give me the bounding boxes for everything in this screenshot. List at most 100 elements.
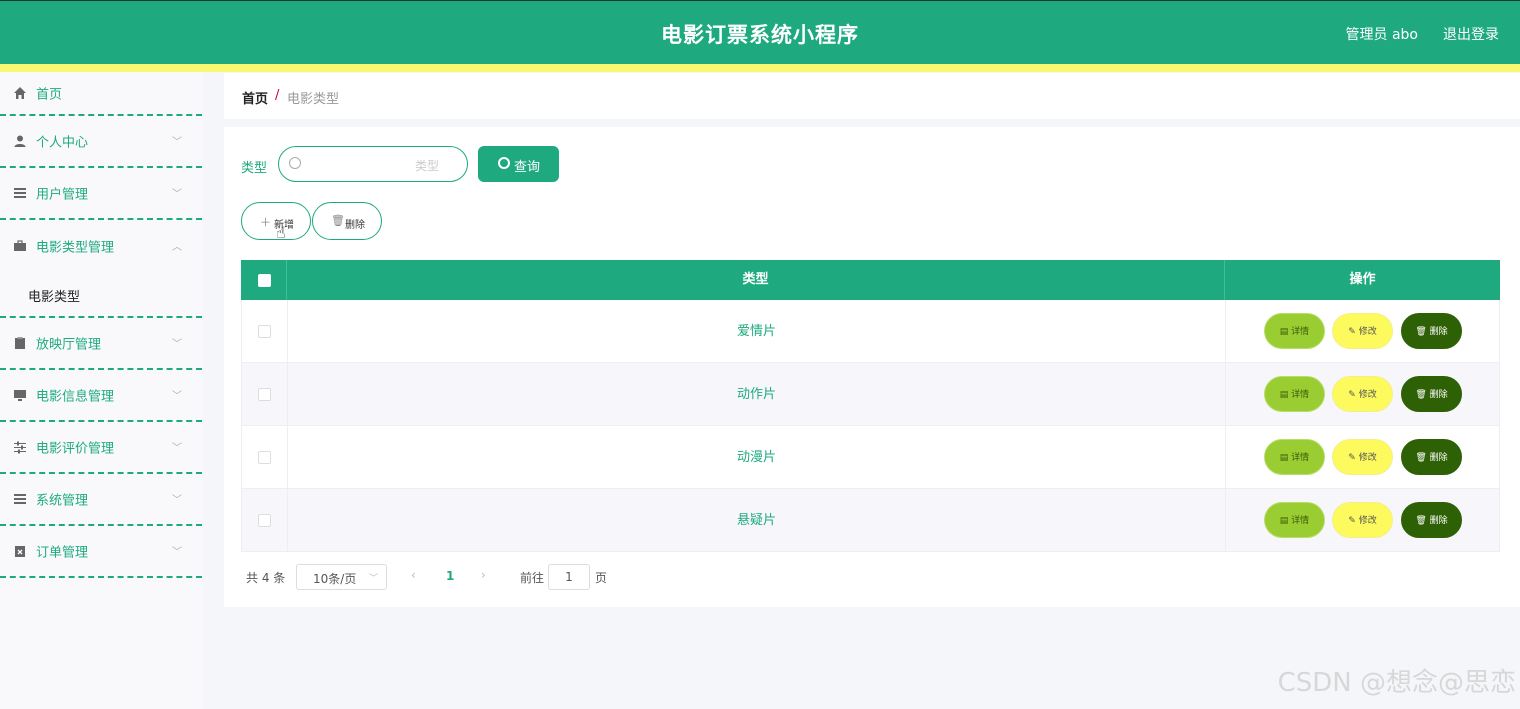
clipboard-x-icon bbox=[13, 544, 27, 558]
sidebar-item-movie-types[interactable]: 电影类型管理 ︿ bbox=[0, 220, 202, 272]
sidebar-item-label: 订单管理 bbox=[36, 545, 89, 561]
page-number[interactable]: 1 bbox=[446, 569, 454, 583]
chevron-down-icon: ﹀ bbox=[172, 338, 182, 350]
sidebar-item-orders[interactable]: 订单管理 ﹀ bbox=[0, 526, 202, 578]
select-all-checkbox[interactable] bbox=[258, 274, 271, 287]
chevron-down-icon: ﹀ bbox=[172, 136, 182, 148]
detail-button[interactable]: ▤ 详情 bbox=[1264, 502, 1325, 538]
chevron-down-icon: ﹀ bbox=[172, 188, 182, 200]
goto-page-input[interactable]: 1 bbox=[548, 564, 590, 590]
table-row: 动作片 ▤ 详情 ✎ 修改 🗑 删除 bbox=[241, 363, 1500, 426]
row-checkbox[interactable] bbox=[258, 514, 271, 527]
query-button[interactable]: 查询 bbox=[478, 146, 559, 182]
page-size-select[interactable]: 10条/页 ﹀ bbox=[296, 564, 387, 590]
sidebar-item-movies[interactable]: 电影信息管理 ﹀ bbox=[0, 370, 202, 422]
search-label: 类型 bbox=[241, 161, 268, 176]
row-checkbox[interactable] bbox=[258, 325, 271, 338]
sidebar-item-label: 电影评价管理 bbox=[36, 441, 115, 457]
accent-bar bbox=[0, 64, 1520, 72]
sidebar-item-label: 放映厅管理 bbox=[36, 337, 102, 353]
app-title: 电影订票系统小程序 bbox=[661, 23, 859, 47]
chevron-down-icon: ﹀ bbox=[172, 442, 182, 454]
plus-icon: ＋ bbox=[260, 216, 271, 229]
trash-icon: 🗑 bbox=[331, 214, 345, 227]
search-icon bbox=[289, 157, 301, 169]
sliders-icon bbox=[13, 440, 27, 454]
row-checkbox[interactable] bbox=[258, 451, 271, 464]
sidebar-item-reviews[interactable]: 电影评价管理 ﹀ bbox=[0, 422, 202, 474]
table-header: 类型 操作 bbox=[241, 260, 1500, 300]
prev-page-button[interactable]: ‹ bbox=[411, 568, 416, 582]
type-cell: 爱情片 bbox=[288, 300, 1226, 363]
breadcrumb-separator: / bbox=[275, 88, 280, 103]
sidebar-item-profile[interactable]: 个人中心 ﹀ bbox=[0, 116, 202, 168]
sidebar-item-halls[interactable]: 放映厅管理 ﹀ bbox=[0, 318, 202, 370]
table-row: 爱情片 ▤ 详情 ✎ 修改 🗑 删除 bbox=[241, 300, 1500, 363]
type-cell: 动作片 bbox=[288, 363, 1226, 426]
column-header-ops: 操作 bbox=[1349, 272, 1376, 287]
chevron-down-icon: ﹀ bbox=[172, 390, 182, 402]
sidebar-subitem-movie-type[interactable]: 电影类型 bbox=[0, 272, 202, 318]
column-header-type: 类型 bbox=[287, 260, 1225, 300]
select-all-cell bbox=[241, 260, 287, 300]
total-count: 共 4 条 bbox=[246, 571, 286, 585]
hand-cursor-icon: ☝ bbox=[276, 223, 286, 242]
detail-button[interactable]: ▤ 详情 bbox=[1264, 376, 1325, 412]
delete-button[interactable]: 🗑 删除 bbox=[1401, 376, 1462, 412]
chevron-down-icon: ﹀ bbox=[172, 546, 182, 558]
monitor-icon bbox=[13, 388, 27, 402]
batch-delete-button[interactable]: 🗑 删除 bbox=[312, 202, 382, 240]
user-icon bbox=[13, 134, 27, 148]
sidebar-item-label: 个人中心 bbox=[36, 135, 89, 151]
breadcrumb-home[interactable]: 首页 bbox=[242, 88, 268, 107]
logout-link[interactable]: 退出登录 bbox=[1443, 24, 1499, 44]
edit-button[interactable]: ✎ 修改 bbox=[1332, 439, 1393, 475]
goto-label: 前往 bbox=[520, 571, 545, 585]
movie-type-table: 类型 操作 爱情片 ▤ 详情 ✎ 修改 🗑 删除 动作片 ▤ 详情 ✎ 修改 🗑… bbox=[241, 260, 1500, 552]
chevron-down-icon: ﹀ bbox=[172, 494, 182, 506]
edit-button[interactable]: ✎ 修改 bbox=[1332, 376, 1393, 412]
list-icon bbox=[13, 492, 27, 506]
chevron-down-icon: ﹀ bbox=[368, 574, 378, 584]
edit-button[interactable]: ✎ 修改 bbox=[1332, 502, 1393, 538]
sidebar-item-label: 用户管理 bbox=[36, 187, 89, 203]
home-icon bbox=[13, 86, 27, 100]
breadcrumb: 首页 / 电影类型 bbox=[224, 73, 1520, 119]
delete-label: 删除 bbox=[345, 220, 365, 231]
detail-button[interactable]: ▤ 详情 bbox=[1264, 439, 1325, 475]
edit-button[interactable]: ✎ 修改 bbox=[1332, 313, 1393, 349]
sidebar-item-users[interactable]: 用户管理 ﹀ bbox=[0, 168, 202, 220]
next-page-button[interactable]: › bbox=[481, 568, 486, 582]
sidebar-item-home[interactable]: 首页 bbox=[0, 72, 202, 116]
current-user: 管理员 abo bbox=[1345, 27, 1418, 43]
type-search-input[interactable]: 类型 bbox=[278, 146, 468, 182]
sidebar-item-label: 电影类型管理 bbox=[36, 240, 115, 256]
list-icon bbox=[13, 186, 27, 200]
type-cell: 悬疑片 bbox=[288, 489, 1226, 552]
sidebar-item-label: 电影信息管理 bbox=[36, 389, 115, 405]
table-row: 动漫片 ▤ 详情 ✎ 修改 🗑 删除 bbox=[241, 426, 1500, 489]
delete-button[interactable]: 🗑 删除 bbox=[1401, 439, 1462, 475]
type-cell: 动漫片 bbox=[288, 426, 1226, 489]
breadcrumb-current: 电影类型 bbox=[287, 92, 340, 107]
main-panel: 类型 类型 查询 ＋ 新增 🗑 删除 ☝ 类型 操作 爱情片 ▤ 详情 ✎ 修改… bbox=[224, 127, 1520, 607]
sidebar-item-system[interactable]: 系统管理 ﹀ bbox=[0, 474, 202, 526]
sidebar-item-label: 系统管理 bbox=[36, 493, 89, 509]
search-icon bbox=[498, 157, 510, 169]
search-placeholder: 类型 bbox=[415, 159, 440, 173]
table-row: 悬疑片 ▤ 详情 ✎ 修改 🗑 删除 bbox=[241, 489, 1500, 552]
query-label: 查询 bbox=[514, 160, 541, 175]
sidebar: 首页 个人中心 ﹀ 用户管理 ﹀ 电影类型管理 ︿ 电影类型 放映厅管理 ﹀ 电… bbox=[0, 72, 202, 709]
delete-button[interactable]: 🗑 删除 bbox=[1401, 313, 1462, 349]
sidebar-subitem-label: 电影类型 bbox=[28, 290, 81, 305]
delete-button[interactable]: 🗑 删除 bbox=[1401, 502, 1462, 538]
top-bar: 电影订票系统小程序 管理员 abo 退出登录 bbox=[0, 0, 1520, 64]
briefcase-icon bbox=[13, 239, 27, 253]
row-checkbox[interactable] bbox=[258, 388, 271, 401]
sidebar-item-label: 首页 bbox=[36, 87, 63, 103]
page-unit-label: 页 bbox=[595, 571, 608, 585]
chevron-up-icon: ︿ bbox=[172, 241, 182, 253]
detail-button[interactable]: ▤ 详情 bbox=[1264, 313, 1325, 349]
clipboard-icon bbox=[13, 336, 27, 350]
pagination: 共 4 条 10条/页 ﹀ ‹ 1 › 前往 1 页 bbox=[241, 564, 841, 590]
